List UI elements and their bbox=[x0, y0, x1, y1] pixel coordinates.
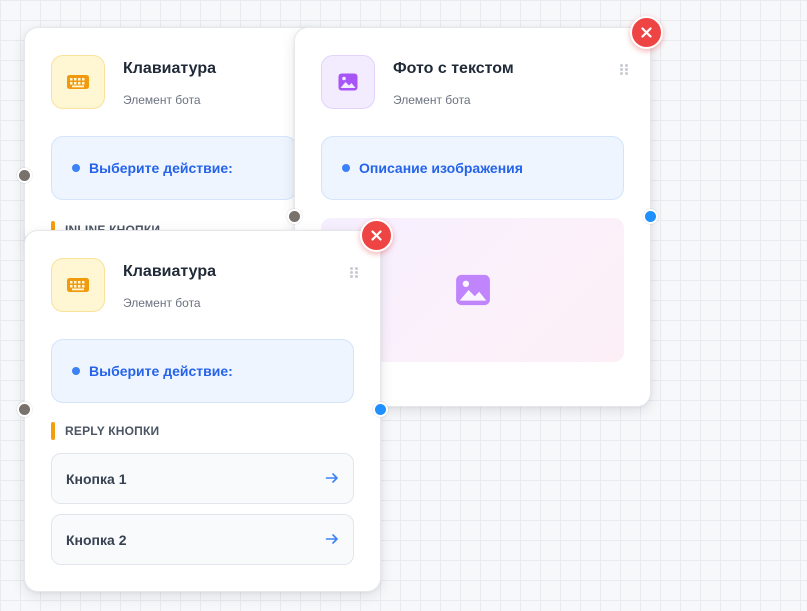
input-port[interactable] bbox=[17, 168, 32, 183]
message-box[interactable]: Выберите действие: bbox=[51, 339, 354, 403]
drag-handle-icon[interactable] bbox=[620, 64, 630, 76]
node-card-keyboard-back[interactable]: Клавиатура Элемент бота Выберите действи… bbox=[24, 27, 324, 247]
node-subtitle: Элемент бота bbox=[123, 93, 201, 107]
reply-button-2[interactable]: Кнопка 2 bbox=[51, 514, 354, 565]
node-subtitle: Элемент бота bbox=[393, 93, 471, 107]
bullet-dot bbox=[342, 164, 350, 172]
close-icon bbox=[371, 230, 382, 241]
node-title: Фото с текстом bbox=[393, 60, 514, 77]
delete-node-button[interactable] bbox=[630, 16, 663, 49]
node-card-keyboard-front[interactable]: Клавиатура Элемент бота Выберите действи… bbox=[24, 230, 381, 592]
arrow-right-icon bbox=[325, 534, 338, 544]
node-header: Фото с текстом Элемент бота bbox=[321, 55, 630, 111]
message-text: Описание изображения bbox=[359, 160, 523, 176]
node-title: Клавиатура bbox=[123, 263, 216, 280]
image-placeholder-icon bbox=[455, 274, 490, 306]
message-box[interactable]: Описание изображения bbox=[321, 136, 624, 200]
close-icon bbox=[641, 27, 652, 38]
node-header: Клавиатура Элемент бота bbox=[51, 258, 360, 314]
drag-handle-icon[interactable] bbox=[350, 267, 360, 279]
input-port[interactable] bbox=[17, 402, 32, 417]
input-port[interactable] bbox=[287, 209, 302, 224]
bullet-dot bbox=[72, 367, 80, 375]
bullet-dot bbox=[72, 164, 80, 172]
arrow-right-icon bbox=[325, 473, 338, 483]
output-port[interactable] bbox=[643, 209, 658, 224]
delete-node-button[interactable] bbox=[360, 219, 393, 252]
image-icon bbox=[321, 55, 375, 109]
keyboard-icon bbox=[51, 258, 105, 312]
flow-canvas[interactable]: Клавиатура Элемент бота Выберите действи… bbox=[0, 0, 807, 611]
message-text: Выберите действие: bbox=[89, 160, 233, 176]
node-header: Клавиатура Элемент бота bbox=[51, 55, 303, 111]
node-subtitle: Элемент бота bbox=[123, 296, 201, 310]
reply-button-1[interactable]: Кнопка 1 bbox=[51, 453, 354, 504]
button-label: Кнопка 1 bbox=[66, 471, 127, 487]
message-box[interactable]: Выберите действие: bbox=[51, 136, 297, 200]
node-title: Клавиатура bbox=[123, 60, 216, 77]
section-label-reply: REPLY КНОПКИ bbox=[51, 422, 159, 440]
button-label: Кнопка 2 bbox=[66, 532, 127, 548]
keyboard-icon bbox=[51, 55, 105, 109]
message-text: Выберите действие: bbox=[89, 363, 233, 379]
output-port[interactable] bbox=[373, 402, 388, 417]
